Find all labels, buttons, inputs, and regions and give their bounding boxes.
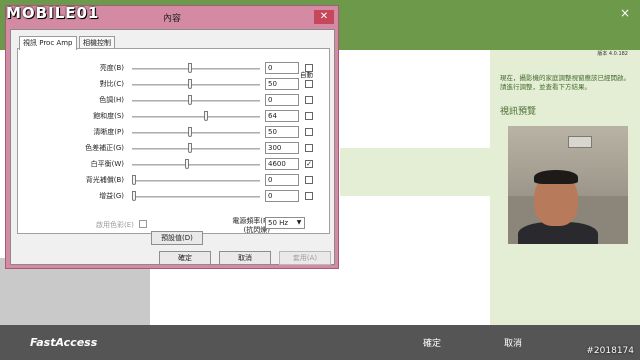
- auto-checkbox[interactable]: [305, 176, 313, 184]
- slider-thumb[interactable]: [188, 63, 192, 73]
- color-enable-checkbox[interactable]: [139, 220, 147, 228]
- slider-track[interactable]: [132, 148, 260, 150]
- slider-track[interactable]: [132, 164, 260, 166]
- setting-label: 色調(H): [99, 96, 124, 104]
- setting-row: 對比(C) 50: [18, 77, 331, 91]
- auto-checkbox[interactable]: [305, 128, 313, 136]
- value-field[interactable]: 0: [265, 174, 299, 186]
- video-preview: [508, 126, 628, 244]
- slider-track[interactable]: [132, 100, 260, 102]
- chevron-down-icon[interactable]: ▼: [295, 218, 303, 228]
- setting-row: 白平衡(W) 4600 ✓: [18, 157, 331, 171]
- setting-row: 色調(H) 0: [18, 93, 331, 107]
- power-frequency-select[interactable]: 50 Hz ▼: [265, 217, 305, 229]
- setting-label: 增益(G): [99, 192, 124, 200]
- brand-logo: FastAccess: [30, 336, 98, 349]
- slider-track[interactable]: [132, 132, 260, 134]
- ok-button[interactable]: 確定: [159, 251, 211, 265]
- slider-thumb[interactable]: [188, 127, 192, 137]
- slider-track[interactable]: [132, 180, 260, 182]
- value-field[interactable]: 50: [265, 126, 299, 138]
- setting-label: 對比(C): [99, 80, 124, 88]
- auto-checkbox[interactable]: [305, 144, 313, 152]
- app-right-panel: 版本 4.0.182 現在，攝影機的家庭調整視窗應該已經開啟。請進行調整，並查看…: [490, 50, 640, 325]
- app-cancel-button[interactable]: 取消: [504, 336, 522, 349]
- power-frequency-label: 電源頻率(P) (抗閃爍): [210, 217, 270, 235]
- auto-checkbox[interactable]: [305, 96, 313, 104]
- setting-row: 飽和度(S) 64: [18, 109, 331, 123]
- value-field[interactable]: 0: [265, 62, 299, 74]
- setting-label: 色差補正(G): [85, 144, 124, 152]
- version-label: 版本 4.0.182: [597, 51, 628, 57]
- dialog-client-area: 視訊 Proc Amp 相機控制 自動 亮度(B) 0 對比(C) 50 色調(H) 0 飽…: [10, 29, 335, 265]
- slider-thumb[interactable]: [185, 159, 189, 169]
- setting-label: 背光補償(B): [85, 176, 124, 184]
- slider-thumb[interactable]: [188, 95, 192, 105]
- tab-video-proc-amp[interactable]: 視訊 Proc Amp: [19, 36, 77, 50]
- apply-button[interactable]: 套用(A): [279, 251, 331, 265]
- app-close-icon[interactable]: ×: [620, 6, 630, 20]
- slider-thumb[interactable]: [188, 143, 192, 153]
- app-ok-button[interactable]: 確定: [423, 336, 441, 349]
- value-field[interactable]: 0: [265, 190, 299, 202]
- setting-label: 飽和度(S): [93, 112, 124, 120]
- properties-dialog: 內容 ✕ 視訊 Proc Amp 相機控制 自動 亮度(B) 0 對比(C) 50 色調…: [5, 5, 339, 269]
- color-enable-label: 啟用色彩(E): [96, 221, 134, 229]
- app-bottom-bar: FastAccess 確定 取消: [0, 325, 640, 360]
- value-field[interactable]: 64: [265, 110, 299, 122]
- dialog-close-button[interactable]: ✕: [314, 10, 334, 24]
- auto-checkbox[interactable]: [305, 80, 313, 88]
- value-field[interactable]: 4600: [265, 158, 299, 170]
- setting-row: 亮度(B) 0: [18, 61, 331, 75]
- setting-label: 白平衡(W): [90, 160, 124, 168]
- setting-label: 清晰度(P): [93, 128, 124, 136]
- slider-thumb[interactable]: [188, 79, 192, 89]
- slider-track[interactable]: [132, 196, 260, 198]
- power-frequency-value: 50 Hz: [268, 219, 289, 227]
- slider-track[interactable]: [132, 68, 260, 70]
- value-field[interactable]: 0: [265, 94, 299, 106]
- setting-row: 清晰度(P) 50: [18, 125, 331, 139]
- instruction-text: 現在，攝影機的家庭調整視窗應該已經開啟。請進行調整，並查看下方結果。: [500, 74, 630, 91]
- auto-checkbox[interactable]: [305, 192, 313, 200]
- app-middle-strip: [340, 148, 490, 196]
- preview-ceiling-light: [568, 136, 592, 148]
- preview-title: 視訊預覽: [500, 107, 537, 117]
- slider-thumb[interactable]: [132, 191, 136, 201]
- watermark-id: #2018174: [586, 346, 634, 356]
- cancel-button[interactable]: 取消: [219, 251, 271, 265]
- setting-row: 色差補正(G) 300: [18, 141, 331, 155]
- power-frequency-label-line2: (抗閃爍): [243, 226, 270, 234]
- setting-row: 背光補償(B) 0: [18, 173, 331, 187]
- value-field[interactable]: 300: [265, 142, 299, 154]
- setting-label: 亮度(B): [99, 64, 124, 72]
- watermark-logo: MOBILE01: [6, 4, 100, 22]
- slider-thumb[interactable]: [132, 175, 136, 185]
- slider-track[interactable]: [132, 84, 260, 86]
- slider-track[interactable]: [132, 116, 260, 118]
- preview-person-hair: [534, 170, 578, 184]
- default-button[interactable]: 預設值(D): [151, 231, 203, 245]
- auto-checkbox[interactable]: [305, 64, 313, 72]
- auto-checkbox[interactable]: [305, 112, 313, 120]
- tab-panel: 自動 亮度(B) 0 對比(C) 50 色調(H) 0 飽和度(S) 64 清晰度(P) 50 色差…: [17, 48, 330, 234]
- slider-thumb[interactable]: [204, 111, 208, 121]
- auto-checkbox[interactable]: ✓: [305, 160, 313, 168]
- power-frequency-label-line1: 電源頻率(P): [232, 217, 270, 225]
- setting-row: 增益(G) 0: [18, 189, 331, 203]
- value-field[interactable]: 50: [265, 78, 299, 90]
